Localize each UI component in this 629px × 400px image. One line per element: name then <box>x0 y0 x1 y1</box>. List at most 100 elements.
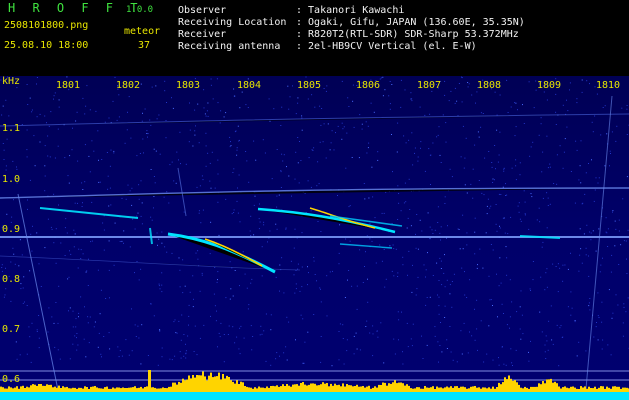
noise-speckle <box>461 353 463 355</box>
spectrum-bar <box>24 388 26 392</box>
noise-speckle <box>71 149 73 151</box>
noise-speckle <box>589 231 591 233</box>
noise-speckle <box>242 251 244 253</box>
noise-speckle <box>546 135 548 137</box>
noise-speckle <box>44 165 46 167</box>
noise-speckle <box>374 217 376 219</box>
noise-speckle <box>584 193 586 195</box>
noise-speckle <box>36 77 38 78</box>
noise-speckle <box>262 139 264 141</box>
noise-speckle <box>95 110 97 112</box>
noise-speckle <box>1 114 3 116</box>
noise-speckle <box>182 292 184 294</box>
noise-speckle <box>592 131 594 133</box>
noise-speckle <box>125 198 127 200</box>
noise-speckle <box>567 306 569 308</box>
noise-speckle <box>415 233 416 235</box>
noise-speckle <box>544 351 546 353</box>
y-tick-label: 0.7 <box>2 324 21 335</box>
noise-speckle <box>579 165 581 167</box>
spectrum-bar <box>92 386 94 392</box>
noise-speckle <box>3 296 5 298</box>
noise-speckle <box>417 160 419 162</box>
spectrum-bar <box>192 375 194 392</box>
noise-speckle <box>253 204 255 206</box>
noise-speckle <box>571 307 573 309</box>
noise-speckle <box>58 99 60 101</box>
noise-speckle <box>84 181 86 183</box>
noise-speckle <box>530 193 532 195</box>
noise-speckle <box>524 201 526 203</box>
noise-speckle <box>580 140 582 142</box>
noise-speckle <box>44 190 46 192</box>
noise-speckle <box>123 230 125 232</box>
noise-speckle <box>223 116 225 118</box>
noise-speckle <box>265 360 267 362</box>
x-tick-label: 1801 <box>55 80 81 91</box>
noise-speckle <box>237 187 238 189</box>
spectrum-bar <box>370 388 372 392</box>
spectrum-bar <box>578 389 580 392</box>
noise-speckle <box>585 350 587 352</box>
noise-speckle <box>626 258 627 260</box>
spectrum-bar <box>0 386 2 392</box>
noise-speckle <box>77 267 79 269</box>
noise-speckle <box>217 173 219 175</box>
noise-speckle <box>461 101 463 103</box>
spectrum-bar <box>102 388 104 392</box>
spectrum-bar <box>562 387 564 392</box>
noise-speckle <box>183 211 185 213</box>
spectrum-bar <box>300 383 302 392</box>
spectrum-bar <box>394 380 396 392</box>
noise-speckle <box>363 183 365 184</box>
noise-speckle <box>194 78 196 80</box>
noise-speckle <box>50 111 52 113</box>
noise-speckle <box>539 311 541 313</box>
noise-speckle <box>439 345 441 346</box>
spectrum-bar <box>34 384 36 392</box>
noise-speckle <box>143 152 144 154</box>
spectrum-bar <box>526 387 528 392</box>
noise-speckle <box>136 215 138 217</box>
noise-speckle <box>397 185 399 187</box>
noise-speckle <box>295 288 297 290</box>
noise-speckle <box>293 274 295 276</box>
noise-speckle <box>597 182 599 184</box>
noise-speckle <box>200 222 202 224</box>
noise-speckle <box>236 149 238 151</box>
noise-speckle <box>53 193 55 195</box>
spectrum-bar <box>308 384 310 392</box>
noise-speckle <box>31 109 33 111</box>
noise-speckle <box>23 276 25 278</box>
noise-speckle <box>402 351 403 353</box>
noise-speckle <box>308 272 309 274</box>
spectrum-bar <box>550 378 552 392</box>
noise-speckle <box>20 288 22 290</box>
noise-speckle <box>438 305 440 307</box>
noise-speckle <box>55 228 57 230</box>
spectrum-bar <box>202 371 204 392</box>
noise-speckle <box>608 289 610 291</box>
noise-speckle <box>345 238 347 240</box>
noise-speckle <box>241 91 243 93</box>
noise-speckle <box>506 324 508 326</box>
noise-speckle <box>230 288 232 290</box>
noise-speckle <box>57 322 59 324</box>
noise-speckle <box>53 242 55 244</box>
noise-speckle <box>555 266 557 267</box>
noise-speckle <box>239 353 241 355</box>
noise-speckle <box>426 344 428 346</box>
noise-speckle <box>209 253 211 255</box>
noise-speckle <box>348 106 350 107</box>
observer-label: Observer <box>178 5 227 16</box>
noise-speckle <box>47 331 49 333</box>
noise-speckle <box>561 337 563 338</box>
noise-speckle <box>623 303 625 305</box>
noise-speckle <box>196 354 198 356</box>
noise-speckle <box>10 300 12 302</box>
noise-speckle <box>216 78 218 80</box>
noise-speckle <box>159 288 161 290</box>
noise-speckle <box>134 228 136 230</box>
spectrum-bar <box>452 387 454 392</box>
noise-speckle <box>279 355 280 357</box>
